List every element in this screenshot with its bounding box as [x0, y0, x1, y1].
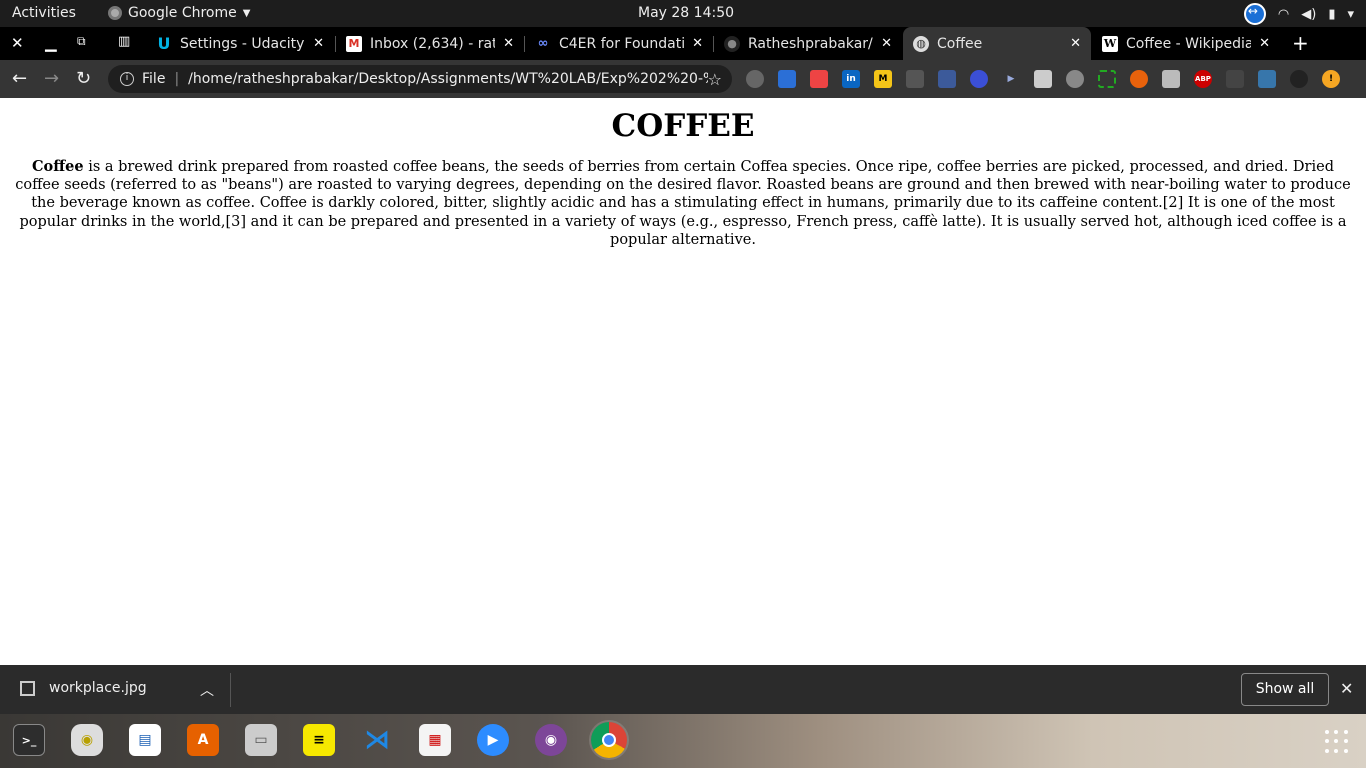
clock[interactable]: May 28 14:50	[638, 5, 734, 21]
address-bar[interactable]: i File | /home/ratheshprabakar/Desktop/A…	[108, 65, 732, 93]
tab-title: Inbox (2,634) - rath	[370, 35, 496, 52]
close-tab-icon[interactable]: ✕	[881, 36, 892, 51]
chevron-up-icon[interactable]: ︿	[200, 680, 214, 700]
wifi-icon[interactable]: ◠	[1278, 7, 1289, 22]
cursor-extension-icon[interactable]: ▶	[1002, 70, 1020, 88]
tab-inbox[interactable]: M Inbox (2,634) - rath ✕	[336, 27, 524, 60]
document-editor-icon[interactable]: ▤	[129, 724, 161, 756]
activities-button[interactable]: Activities	[12, 5, 76, 21]
tab-coffee[interactable]: ◍ Coffee ✕	[903, 27, 1091, 60]
extension-icon[interactable]	[1130, 70, 1148, 88]
tab-coffee-wikipedia[interactable]: W Coffee - Wikipedia ✕	[1092, 27, 1280, 60]
tab-strip: ✕ ▁ ⧉ ▥ U Settings - Udacity ✕ M Inbox (…	[0, 27, 1366, 60]
app-menu[interactable]: Google Chrome ▼	[108, 5, 250, 21]
extension-icon[interactable]	[810, 70, 828, 88]
close-icon[interactable]: ✕	[1340, 679, 1353, 698]
minimize-window-icon[interactable]: ▁	[45, 34, 57, 52]
download-shelf: workplace.jpg ︿ Show all ✕	[0, 665, 1366, 714]
globe-icon: ◍	[913, 35, 929, 52]
tab-title: Ratheshprabakar/	[748, 35, 873, 52]
url-text[interactable]: /home/ratheshprabakar/Desktop/Assignment…	[188, 71, 708, 87]
dock: >_ ◉ ▤ A ▭ ≡ ⋊ ▦ ▶ ◉	[0, 714, 1366, 768]
reload-icon[interactable]: ↻	[76, 68, 91, 89]
extension-icon[interactable]	[1034, 70, 1052, 88]
github-icon: ●	[724, 35, 740, 52]
udacity-icon: U	[157, 34, 171, 53]
app-menu-label: Google Chrome	[128, 5, 237, 21]
paragraph-text: is a brewed drink prepared from roasted …	[15, 159, 1351, 248]
divider: |	[174, 71, 180, 87]
scheme-label: File	[142, 71, 166, 87]
system-tray[interactable]: ◠ ◀) ▮ ▾	[1243, 3, 1354, 25]
close-tab-icon[interactable]: ✕	[692, 36, 703, 51]
extension-icon[interactable]	[906, 70, 924, 88]
bold-term: Coffee	[32, 158, 84, 175]
close-window-icon[interactable]: ✕	[11, 34, 24, 52]
gmail-icon: M	[346, 35, 362, 52]
show-all-button[interactable]: Show all	[1241, 673, 1329, 706]
battery-icon[interactable]: ▮	[1328, 7, 1335, 22]
file-icon	[20, 680, 35, 696]
zoom-icon[interactable]: ▶	[477, 724, 509, 756]
extension-icon[interactable]	[1162, 70, 1180, 88]
chrome-icon[interactable]	[589, 720, 629, 760]
page-content: COFFEE Coffee is a brewed drink prepared…	[0, 98, 1366, 665]
browser-toolbar: ← → ↻ i File | /home/ratheshprabakar/Des…	[0, 60, 1366, 98]
python-icon[interactable]	[1258, 70, 1276, 88]
extensions-area: in M ▶ ABP !	[746, 70, 1340, 88]
alert-icon[interactable]: !	[1322, 70, 1340, 88]
notes-icon[interactable]: ≡	[303, 724, 335, 756]
chat-extension-icon[interactable]	[746, 70, 764, 88]
rhythmbox-icon[interactable]: ◉	[71, 724, 103, 756]
close-tab-icon[interactable]: ✕	[1259, 36, 1270, 51]
tab-title: Coffee - Wikipedia	[1126, 35, 1252, 52]
volume-icon[interactable]: ◀)	[1301, 7, 1316, 22]
extension-icon[interactable]	[778, 70, 796, 88]
tor-browser-icon[interactable]: ◉	[535, 724, 567, 756]
info-icon[interactable]: i	[120, 72, 134, 86]
extension-icon[interactable]	[1226, 70, 1244, 88]
caret-down-icon: ▼	[242, 7, 251, 19]
page-title: COFFEE	[611, 108, 755, 144]
extension-icon[interactable]	[938, 70, 956, 88]
restore-window-icon[interactable]: ⧉	[77, 34, 86, 49]
close-tab-icon[interactable]: ✕	[503, 36, 514, 51]
tab-settings-udacity[interactable]: U Settings - Udacity ✕	[146, 27, 334, 60]
terminal-icon[interactable]: >_	[13, 724, 45, 756]
files-icon[interactable]: ▭	[245, 724, 277, 756]
teamviewer-icon[interactable]	[1243, 3, 1266, 25]
chevron-down-icon[interactable]: ▾	[1347, 7, 1354, 22]
vscode-icon[interactable]: ⋊	[361, 724, 393, 756]
back-icon[interactable]: ←	[12, 68, 27, 89]
show-applications-icon[interactable]	[1325, 730, 1349, 754]
extension-icon[interactable]	[1066, 70, 1084, 88]
bookmark-star-icon[interactable]: ☆	[708, 70, 722, 89]
download-item[interactable]: workplace.jpg	[20, 680, 147, 696]
wave-extension-icon[interactable]	[970, 70, 988, 88]
forward-icon[interactable]: →	[44, 68, 59, 89]
avatar[interactable]	[1290, 70, 1308, 88]
tab-title: Coffee	[937, 35, 983, 52]
coffee-paragraph: Coffee is a brewed drink prepared from r…	[11, 158, 1355, 249]
close-tab-icon[interactable]: ✕	[313, 36, 324, 51]
trello-icon[interactable]: ▥	[118, 34, 130, 49]
new-tab-icon[interactable]: +	[1292, 31, 1309, 55]
close-tab-icon[interactable]: ✕	[1070, 36, 1081, 51]
tab-title: C4ER for Foundati	[559, 35, 685, 52]
chrome-icon	[108, 6, 122, 20]
system-top-bar: Activities Google Chrome ▼ May 28 14:50 …	[0, 0, 1366, 27]
m-extension-icon[interactable]: M	[874, 70, 892, 88]
document-viewer-icon[interactable]: ▦	[419, 724, 451, 756]
link-icon: ∞	[537, 36, 549, 51]
wikipedia-icon: W	[1102, 35, 1118, 52]
linkedin-icon[interactable]: in	[842, 70, 860, 88]
software-center-icon[interactable]: A	[187, 724, 219, 756]
download-filename: workplace.jpg	[49, 680, 147, 696]
tab-c4er[interactable]: ∞ C4ER for Foundati ✕	[525, 27, 713, 60]
screenshot-extension-icon[interactable]	[1098, 70, 1116, 88]
tab-title: Settings - Udacity	[180, 35, 305, 52]
tab-github[interactable]: ● Ratheshprabakar/ ✕	[714, 27, 902, 60]
adblock-icon[interactable]: ABP	[1194, 70, 1212, 88]
